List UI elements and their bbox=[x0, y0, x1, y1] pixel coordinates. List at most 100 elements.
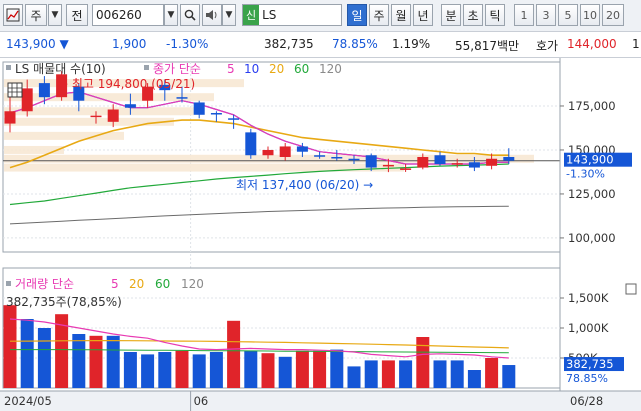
volume-legend-period: 60 bbox=[155, 277, 170, 291]
chevron-down-icon[interactable]: ▼ bbox=[48, 4, 62, 26]
stock-code-input[interactable]: 006260 bbox=[92, 4, 164, 26]
interval-20-button[interactable]: 20 bbox=[602, 4, 624, 26]
credit-tag: 신 bbox=[243, 5, 260, 25]
stock-chart-window: 주 ▼ 전 006260 ▼ ▼ 신 LS 일 주 월 년 분 초 틱 1 3 … bbox=[0, 0, 641, 411]
period-daily-tab[interactable]: 일 bbox=[347, 4, 367, 26]
candle-down bbox=[468, 162, 480, 168]
chevron-down-icon[interactable]: ▼ bbox=[164, 4, 178, 26]
legend-marker-icon bbox=[144, 65, 149, 70]
date-axis: 2024/05 06 06/28 bbox=[0, 390, 641, 411]
current-price: 143,900 ▼ bbox=[6, 37, 69, 51]
panel-settings-icon bbox=[625, 283, 637, 295]
volume-legend-title: 거래량 단순 bbox=[15, 277, 74, 291]
candle-down bbox=[228, 118, 240, 120]
volume-bar-up bbox=[313, 350, 327, 388]
volume-bar-down bbox=[20, 319, 34, 388]
stock-name-field[interactable]: 신 LS bbox=[242, 4, 342, 26]
chevron-down-icon[interactable]: ▼ bbox=[222, 4, 236, 26]
legend-ma-period: 120 bbox=[319, 62, 342, 76]
volume-bar-down bbox=[364, 360, 378, 388]
quote-bar: 143,900 ▼ 1,900 -1.30% 382,735 78.85% 1.… bbox=[0, 32, 641, 58]
volume-bar-down bbox=[330, 349, 344, 388]
grid-toggle-icon bbox=[7, 82, 23, 98]
legend-marker-icon bbox=[6, 65, 11, 70]
volume-tick-label: 1,000K bbox=[568, 321, 609, 335]
candle-up bbox=[279, 146, 291, 157]
volume-bar-down bbox=[123, 352, 137, 388]
volume-bar-down bbox=[433, 360, 447, 388]
market-select[interactable]: 주 bbox=[25, 4, 47, 26]
date-label-start: 2024/05 bbox=[4, 394, 52, 408]
period-minute-tab[interactable]: 분 bbox=[441, 4, 461, 26]
candle-down bbox=[434, 155, 446, 165]
volume-value: 382,735 bbox=[264, 37, 314, 51]
candle-up bbox=[262, 149, 274, 156]
volume-bar-down bbox=[347, 366, 361, 388]
candle-up bbox=[90, 115, 102, 118]
volume-bar-up bbox=[485, 358, 499, 388]
volume-bar-up bbox=[295, 350, 309, 388]
period-weekly-tab[interactable]: 주 bbox=[369, 4, 389, 26]
interval-5-button[interactable]: 5 bbox=[558, 4, 578, 26]
candle-up bbox=[21, 88, 33, 112]
period-monthly-tab[interactable]: 월 bbox=[391, 4, 411, 26]
volume-ratio: 78.85% bbox=[332, 37, 378, 51]
legend-title: LS 매물대 수(10) bbox=[15, 62, 106, 76]
volume-bar-down bbox=[209, 352, 223, 388]
volume-bar-down bbox=[192, 354, 206, 388]
interval-1-button[interactable]: 1 bbox=[514, 4, 534, 26]
mode-button[interactable]: 전 bbox=[66, 4, 88, 26]
volume-bar-down bbox=[467, 370, 481, 388]
candle-down bbox=[210, 113, 222, 115]
period-second-tab[interactable]: 초 bbox=[463, 4, 483, 26]
low-price-note: 최저 137,400 (06/20) → bbox=[236, 178, 373, 192]
volume-last-pct: 78.85% bbox=[566, 372, 608, 385]
date-axis-bg bbox=[0, 391, 641, 411]
volume-bar-up bbox=[89, 335, 103, 388]
candle-up bbox=[451, 163, 463, 165]
volume-bar-down bbox=[37, 328, 51, 388]
candle-down bbox=[38, 83, 50, 98]
volume-bar-down bbox=[244, 350, 258, 388]
volume-bar-up bbox=[261, 353, 275, 388]
volume-profile-bar bbox=[4, 154, 534, 163]
volume-last-label: 382,735 bbox=[566, 357, 614, 371]
last-change-label: -1.30% bbox=[566, 168, 605, 181]
candle-down bbox=[296, 146, 308, 152]
volume-bar-down bbox=[278, 356, 292, 388]
toolbar: 주 ▼ 전 006260 ▼ ▼ 신 LS 일 주 월 년 분 초 틱 1 3 … bbox=[0, 0, 641, 32]
candle-down bbox=[314, 155, 326, 157]
candle-down bbox=[176, 97, 188, 99]
chart-type-icon[interactable] bbox=[3, 4, 23, 26]
trade-amount: 55,817백만 bbox=[455, 39, 520, 53]
price-chart[interactable]: 175,000150,000125,000100,000143,900-1.30… bbox=[0, 58, 641, 411]
volume-legend-period: 5 bbox=[111, 277, 119, 291]
legend-ma-period: 20 bbox=[269, 62, 284, 76]
volume-bar-down bbox=[450, 360, 464, 388]
volume-legend-period: 120 bbox=[181, 277, 204, 291]
ask-label: 호가 bbox=[536, 39, 559, 53]
volume-bar-up bbox=[416, 337, 430, 388]
last-price-label: 143,900 bbox=[566, 153, 614, 167]
speaker-icon[interactable] bbox=[202, 4, 222, 26]
candle-up bbox=[4, 111, 16, 124]
period-tick-tab[interactable]: 틱 bbox=[485, 4, 505, 26]
ask-tail: 1 bbox=[632, 37, 640, 51]
candle-up bbox=[400, 168, 412, 170]
period-yearly-tab[interactable]: 년 bbox=[413, 4, 433, 26]
volume-bar-down bbox=[399, 360, 413, 388]
interval-10-button[interactable]: 10 bbox=[580, 4, 600, 26]
ask-price: 144,000 bbox=[567, 37, 617, 51]
candle-down bbox=[193, 102, 205, 115]
candle-down bbox=[503, 157, 515, 161]
interval-3-button[interactable]: 3 bbox=[536, 4, 556, 26]
volume-bar-down bbox=[141, 354, 155, 388]
volume-legend-marker-icon bbox=[6, 281, 11, 286]
price-change-pct: -1.30% bbox=[166, 37, 209, 51]
high-price-note: ← 최고 194,800 (05/21) bbox=[58, 77, 195, 91]
volume-legend-period: 20 bbox=[129, 277, 144, 291]
candle-up bbox=[486, 158, 498, 166]
search-icon[interactable] bbox=[180, 4, 200, 26]
candle-down bbox=[124, 104, 136, 108]
legend-ma-period: 10 bbox=[244, 62, 259, 76]
